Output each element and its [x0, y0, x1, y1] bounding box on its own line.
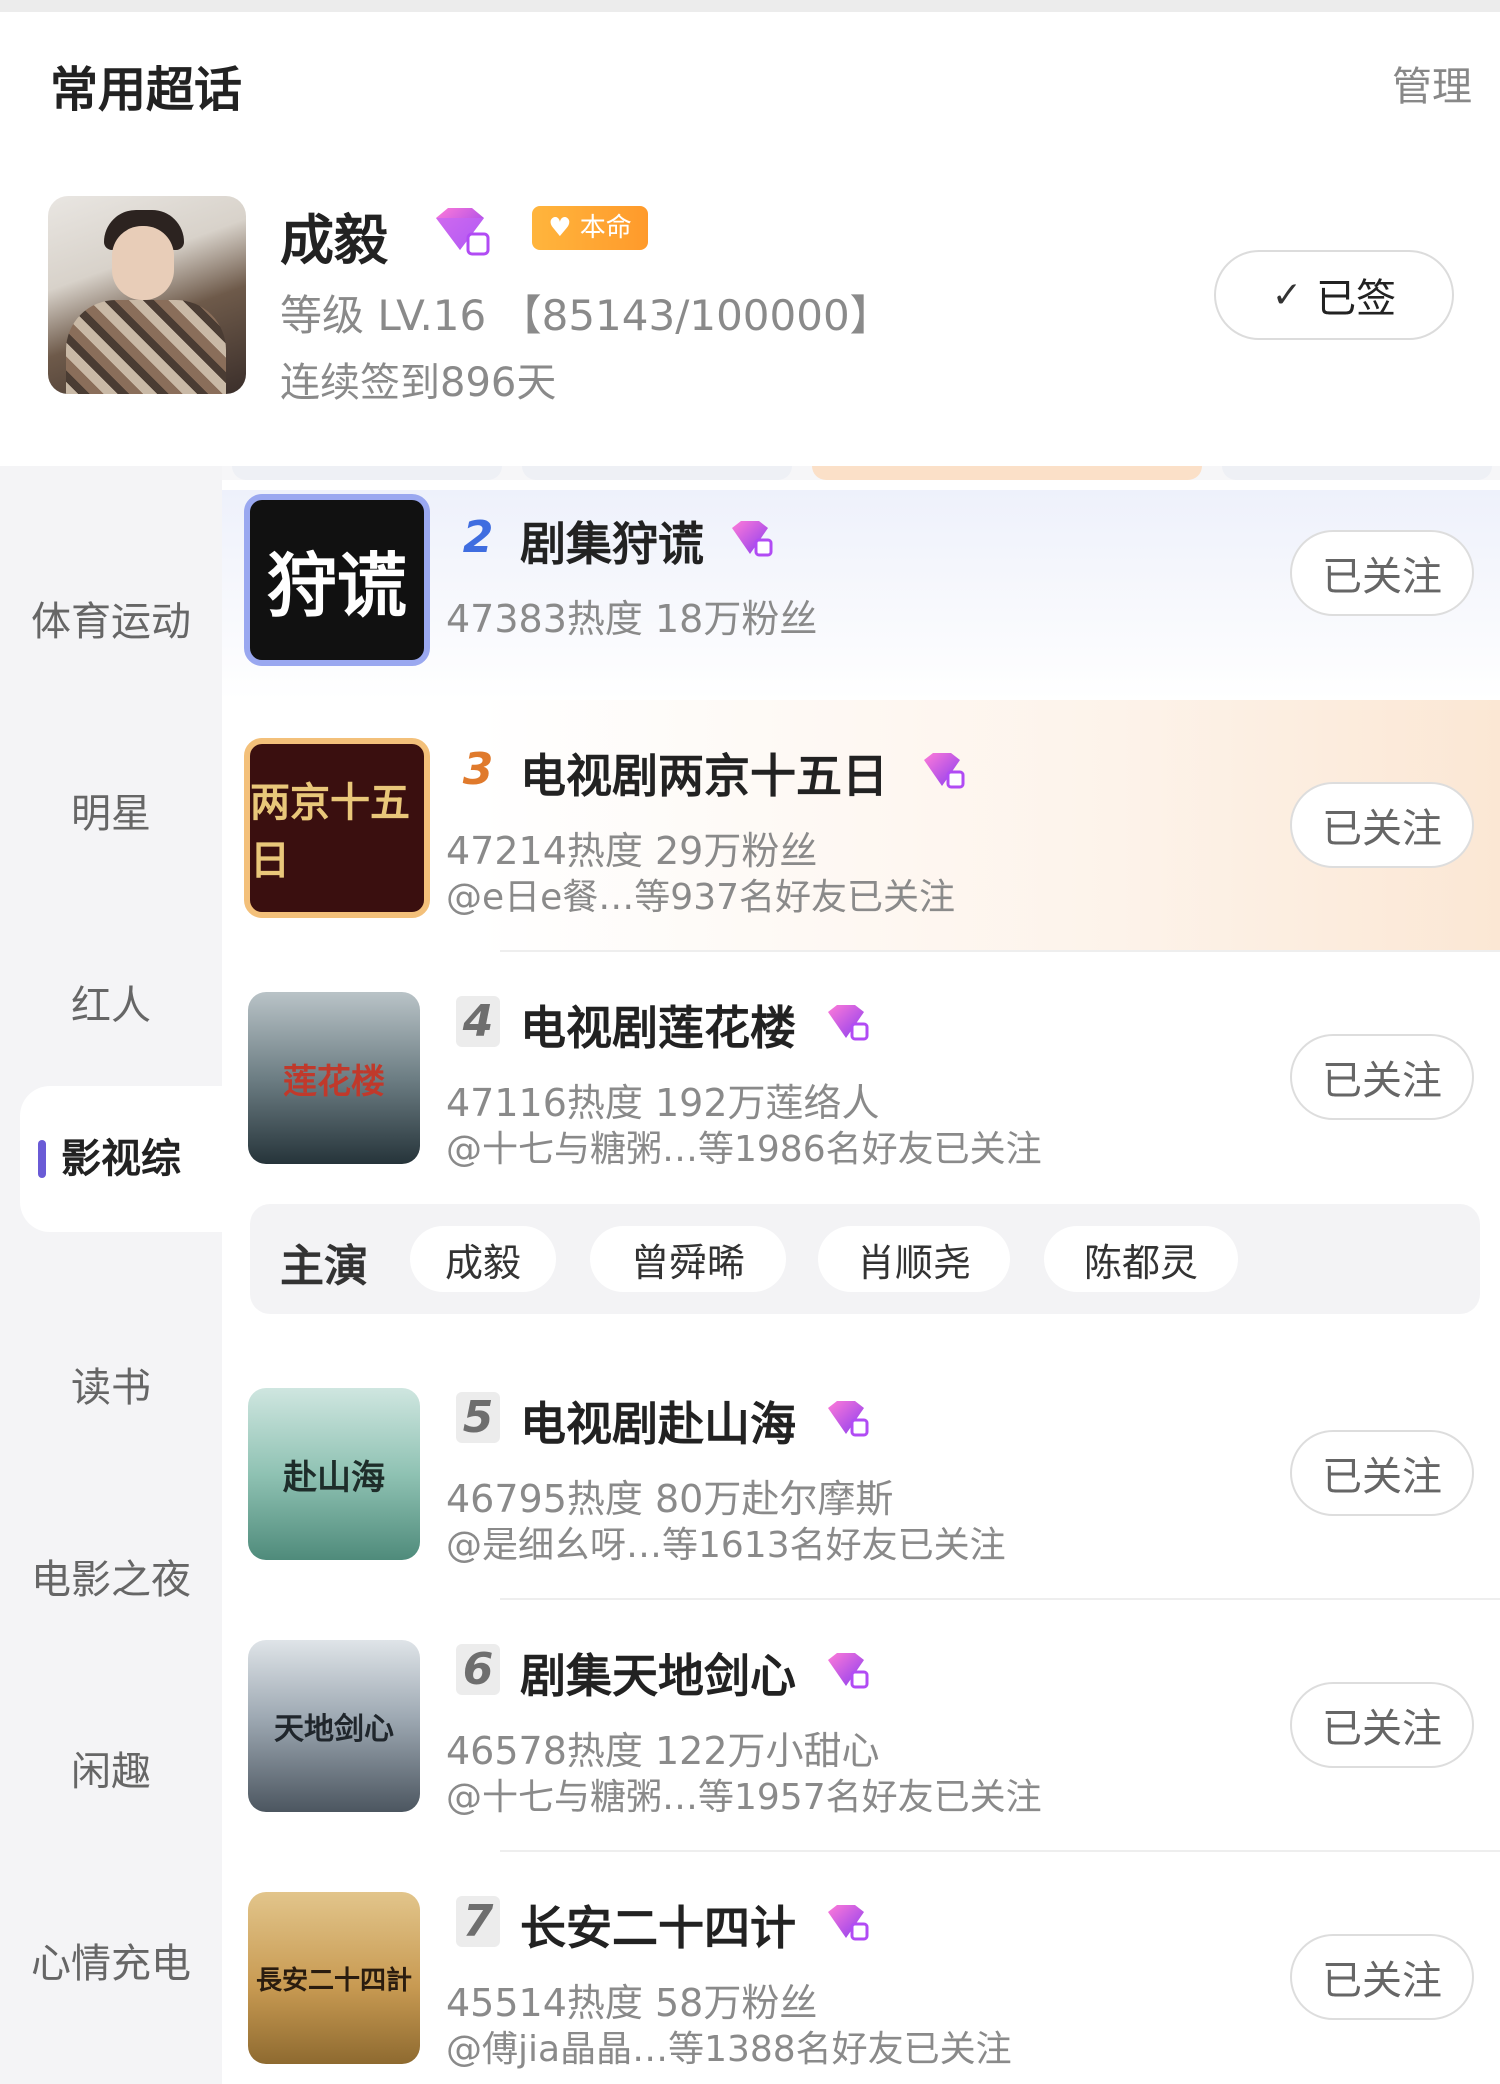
follow-button[interactable]: 已关注	[1290, 1034, 1474, 1120]
topic-stats: 45514热度 58万粉丝	[446, 1981, 818, 2025]
topic-stats: 46578热度 122万小甜心	[446, 1729, 880, 1773]
peek-tab	[232, 466, 502, 480]
cover-image[interactable]: 莲花楼	[248, 992, 420, 1164]
rank-number: 3	[462, 744, 494, 795]
topic-stats: 47383热度 18万粉丝	[446, 597, 818, 641]
cast-chip[interactable]: 陈都灵	[1044, 1226, 1238, 1292]
sidebar-item-reading[interactable]: 读书	[0, 1348, 222, 1428]
friends-followed: @e日e餐…等937名好友已关注	[446, 877, 956, 918]
gem-icon	[436, 208, 490, 256]
rank-number: 6	[456, 1644, 500, 1695]
sidebar-item-mood[interactable]: 心情充电	[0, 1924, 222, 2004]
follow-button[interactable]: 已关注	[1290, 1682, 1474, 1768]
cover-image[interactable]: 狩谎	[244, 494, 430, 666]
cover-image[interactable]: 赴山海	[248, 1388, 420, 1560]
topic-title[interactable]: 剧集天地剑心	[520, 1640, 796, 1706]
sidebar-item-influencers[interactable]: 红人	[0, 966, 222, 1046]
cast-label: 主演	[280, 1241, 368, 1292]
sidebar-item-movie-night[interactable]: 电影之夜	[0, 1540, 222, 1620]
manage-link[interactable]: 管理	[1392, 54, 1472, 112]
section-title: 常用超话	[50, 62, 243, 118]
rank-number: 4	[456, 996, 500, 1047]
gem-icon	[924, 753, 965, 789]
topic-title[interactable]: 长安二十四计	[520, 1892, 796, 1958]
follow-button[interactable]: 已关注	[1290, 530, 1474, 616]
follow-button[interactable]: 已关注	[1290, 1430, 1474, 1516]
cast-chip[interactable]: 肖顺尧	[818, 1226, 1010, 1292]
sidebar-item-stars[interactable]: 明星	[0, 774, 222, 854]
cover-image[interactable]: 長安二十四計	[248, 1892, 420, 2064]
gem-icon	[828, 1005, 869, 1041]
cover-image[interactable]: 两京十五日	[244, 738, 430, 918]
cover-image[interactable]: 天地剑心	[248, 1640, 420, 1812]
ben-ming-badge: ♥ 本命	[532, 206, 648, 250]
divider	[500, 1598, 1500, 1600]
category-sidebar: 体育运动 明星 红人 影视综 读书 电影之夜 闲趣 心情充电	[0, 466, 222, 2084]
topic-stats: 46795热度 80万赴尔摩斯	[446, 1477, 894, 1521]
rank-number: 2	[462, 512, 494, 563]
gem-icon	[828, 1653, 869, 1689]
peek-tab	[812, 466, 1202, 480]
divider	[500, 1850, 1500, 1852]
rank-number: 7	[456, 1896, 500, 1947]
divider	[500, 950, 1500, 952]
friends-followed: @十七与糖粥…等1986名好友已关注	[446, 1129, 1042, 1170]
follow-button[interactable]: 已关注	[1290, 782, 1474, 868]
sidebar-item-sports[interactable]: 体育运动	[0, 582, 222, 662]
favorite-name[interactable]: 成毅	[280, 196, 388, 275]
sidebar-item-film-tv[interactable]: 影视综	[20, 1086, 222, 1232]
gem-icon	[732, 521, 773, 557]
friends-followed: @傅jia晶晶…等1388名好友已关注	[446, 2029, 1012, 2070]
follow-button[interactable]: 已关注	[1290, 1934, 1474, 2020]
topic-stats: 47214热度 29万粉丝	[446, 829, 818, 873]
cast-chip[interactable]: 成毅	[410, 1226, 556, 1292]
signed-label: 已签	[1316, 276, 1397, 322]
topic-stats: 47116热度 192万莲络人	[446, 1081, 880, 1125]
signed-button[interactable]: ✓ 已签	[1214, 250, 1454, 340]
top-strip	[0, 0, 1500, 12]
favorite-avatar[interactable]	[48, 196, 246, 394]
peek-tab	[1222, 466, 1492, 480]
topic-title[interactable]: 剧集狩谎	[520, 508, 704, 574]
active-indicator	[38, 1140, 46, 1178]
sidebar-item-leisure[interactable]: 闲趣	[0, 1732, 222, 1812]
gem-icon	[828, 1401, 869, 1437]
topic-title[interactable]: 电视剧赴山海	[520, 1388, 796, 1454]
gem-icon	[828, 1905, 869, 1941]
peek-tab	[522, 466, 792, 480]
topic-title[interactable]: 电视剧两京十五日	[520, 740, 888, 806]
cast-chip[interactable]: 曾舜晞	[590, 1226, 786, 1292]
friends-followed: @是细幺呀…等1613名好友已关注	[446, 1525, 1006, 1566]
rank-number: 5	[456, 1392, 500, 1443]
topic-title[interactable]: 电视剧莲花楼	[520, 992, 796, 1058]
friends-followed: @十七与糖粥…等1957名好友已关注	[446, 1777, 1042, 1818]
favorite-level: 等级 LV.16 【85143/100000】	[280, 291, 892, 340]
check-icon: ✓	[1271, 274, 1303, 316]
favorite-streak: 连续签到896天	[280, 360, 557, 406]
